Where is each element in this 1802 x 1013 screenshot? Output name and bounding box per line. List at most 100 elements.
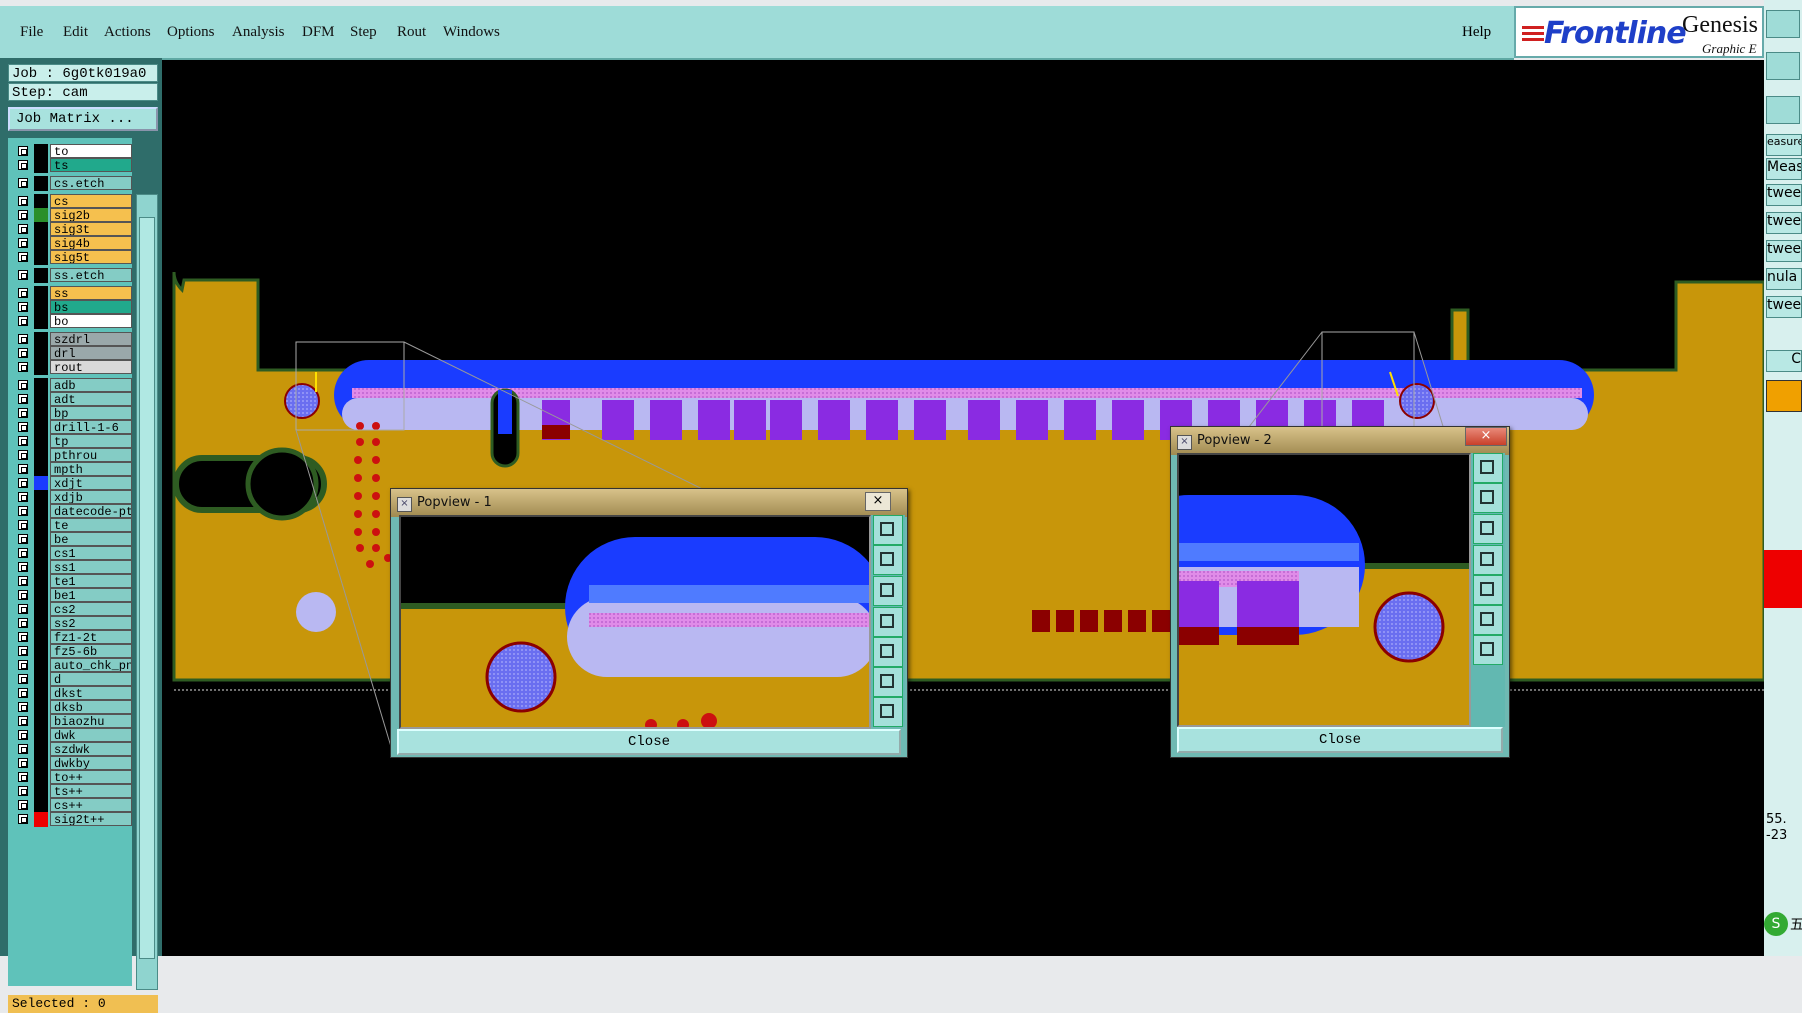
layer-row[interactable]: rout — [12, 360, 132, 375]
layer-row[interactable]: to++ — [12, 770, 132, 785]
layer-checkbox[interactable] — [18, 422, 28, 432]
layer-checkbox[interactable] — [18, 660, 28, 670]
layer-name[interactable]: cs — [50, 194, 132, 208]
layer-checkbox[interactable] — [18, 590, 28, 600]
tool-button[interactable] — [1766, 52, 1800, 80]
layer-checkbox[interactable] — [18, 562, 28, 572]
layer-name[interactable]: biaozhu — [50, 714, 132, 728]
popview-1-titlebar[interactable]: × Popview - 1 × — [391, 489, 907, 517]
layer-row[interactable]: drill-1-6 — [12, 420, 132, 435]
menu-file[interactable]: File — [20, 24, 43, 41]
job-matrix-button[interactable]: Job Matrix ... — [8, 107, 158, 131]
layer-checkbox[interactable] — [18, 702, 28, 712]
layer-checkbox[interactable] — [18, 348, 28, 358]
popview-2-view[interactable] — [1177, 453, 1471, 727]
layer-name[interactable]: bs — [50, 300, 132, 314]
scrollbar-thumb[interactable] — [139, 217, 155, 959]
zoom-out-icon[interactable] — [873, 697, 903, 727]
layer-name[interactable]: drl — [50, 346, 132, 360]
layer-row[interactable]: drl — [12, 346, 132, 361]
layer-row[interactable]: szdwk — [12, 742, 132, 757]
layer-name[interactable]: dwkby — [50, 756, 132, 770]
layer-row[interactable]: cs.etch — [12, 176, 132, 191]
close-icon[interactable]: × — [1465, 427, 1507, 446]
layer-name[interactable]: adb — [50, 378, 132, 392]
layer-checkbox[interactable] — [18, 160, 28, 170]
zoom-in-icon[interactable] — [873, 667, 903, 697]
layer-row[interactable]: to — [12, 144, 132, 159]
layer-row[interactable]: bs — [12, 300, 132, 315]
layer-name[interactable]: drill-1-6 — [50, 420, 132, 434]
layer-row[interactable]: ts++ — [12, 784, 132, 799]
layer-name[interactable]: to — [50, 144, 132, 158]
layer-row[interactable]: cs — [12, 194, 132, 209]
layer-name[interactable]: sig5t — [50, 250, 132, 264]
close-icon[interactable]: × — [865, 492, 891, 511]
layer-row[interactable]: sig4b — [12, 236, 132, 251]
pan-up-icon[interactable] — [1473, 483, 1503, 513]
layer-checkbox[interactable] — [18, 270, 28, 280]
popview-1-view[interactable] — [399, 515, 871, 729]
pan-left-icon[interactable] — [873, 607, 903, 637]
between-option[interactable]: twee — [1766, 240, 1802, 262]
layer-list-scrollbar[interactable] — [136, 194, 158, 990]
layer-checkbox[interactable] — [18, 548, 28, 558]
layer-name[interactable]: dkst — [50, 686, 132, 700]
layer-checkbox[interactable] — [18, 252, 28, 262]
layer-checkbox[interactable] — [18, 576, 28, 586]
layer-checkbox[interactable] — [18, 238, 28, 248]
layer-name[interactable]: datecode-pto — [50, 504, 132, 518]
layer-row[interactable]: mpth — [12, 462, 132, 477]
pointer-tool-icon[interactable] — [1766, 380, 1802, 412]
layer-name[interactable]: tp — [50, 434, 132, 448]
layer-row[interactable]: auto_chk_pn.. — [12, 658, 132, 673]
layer-name[interactable]: auto_chk_pn.. — [50, 658, 132, 672]
layer-name[interactable]: sig3t — [50, 222, 132, 236]
layer-name[interactable]: te — [50, 518, 132, 532]
layer-name[interactable]: pthrou — [50, 448, 132, 462]
layer-row[interactable]: datecode-pto — [12, 504, 132, 519]
layer-checkbox[interactable] — [18, 408, 28, 418]
layer-name[interactable]: d — [50, 672, 132, 686]
layer-row[interactable]: te1 — [12, 574, 132, 589]
layer-name[interactable]: szdwk — [50, 742, 132, 756]
layer-row[interactable]: dwkby — [12, 756, 132, 771]
layer-checkbox[interactable] — [18, 814, 28, 824]
layer-row[interactable]: dksb — [12, 700, 132, 715]
popview-2-close-button[interactable]: Close — [1177, 727, 1503, 753]
layer-checkbox[interactable] — [18, 758, 28, 768]
layer-checkbox[interactable] — [18, 464, 28, 474]
zoom-in-icon[interactable] — [1473, 605, 1503, 635]
layer-checkbox[interactable] — [18, 362, 28, 372]
layer-row[interactable]: sig3t — [12, 222, 132, 237]
layer-checkbox[interactable] — [18, 210, 28, 220]
zoom-home-icon[interactable] — [1473, 453, 1503, 483]
layer-checkbox[interactable] — [18, 632, 28, 642]
popview-2-window[interactable]: × Popview - 2 × Close — [1170, 426, 1510, 758]
menu-windows[interactable]: Windows — [443, 24, 500, 41]
layer-checkbox[interactable] — [18, 716, 28, 726]
pan-up-icon[interactable] — [873, 545, 903, 575]
layer-name[interactable]: sig2t++ — [50, 812, 132, 826]
layer-row[interactable]: xdjb — [12, 490, 132, 505]
layer-name[interactable]: cs.etch — [50, 176, 132, 190]
layer-checkbox[interactable] — [18, 520, 28, 530]
layer-row[interactable]: szdrl — [12, 332, 132, 347]
layer-name[interactable]: cs2 — [50, 602, 132, 616]
layer-name[interactable]: dwk — [50, 728, 132, 742]
ime-icon[interactable]: S — [1764, 912, 1788, 936]
layer-row[interactable]: dwk — [12, 728, 132, 743]
menu-options[interactable]: Options — [167, 24, 215, 41]
pan-right-icon[interactable] — [1473, 575, 1503, 605]
c-button[interactable]: C — [1766, 350, 1802, 372]
zoom-out-icon[interactable] — [1473, 635, 1503, 665]
layer-checkbox[interactable] — [18, 394, 28, 404]
layer-row[interactable]: fz5-6b — [12, 644, 132, 659]
layer-name[interactable]: cs1 — [50, 546, 132, 560]
layer-row[interactable]: sig5t — [12, 250, 132, 265]
layer-row[interactable]: dkst — [12, 686, 132, 701]
layer-checkbox[interactable] — [18, 478, 28, 488]
menu-actions[interactable]: Actions — [104, 24, 151, 41]
layer-name[interactable]: sig2b — [50, 208, 132, 222]
layer-checkbox[interactable] — [18, 334, 28, 344]
